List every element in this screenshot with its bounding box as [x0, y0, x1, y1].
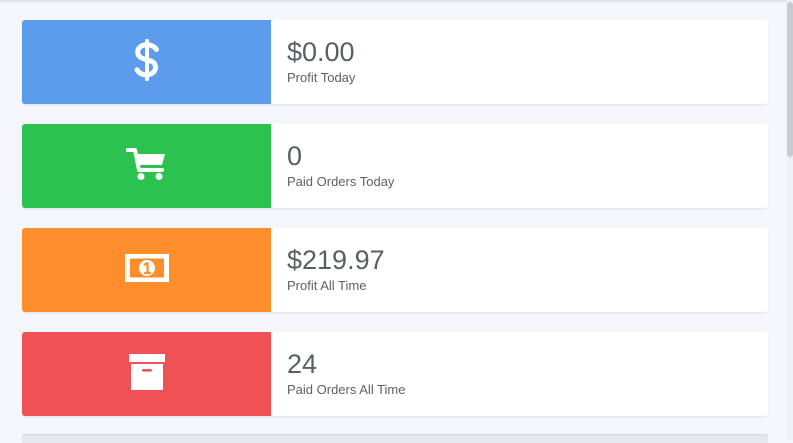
archive-box-icon	[128, 353, 166, 396]
stat-value: 24	[287, 349, 318, 379]
stats-panel: $0.00 Profit Today 0 Paid Orders Today $…	[22, 20, 768, 436]
stat-label: Paid Orders All Time	[287, 382, 406, 397]
stat-label: Profit Today	[287, 70, 356, 85]
stat-value: $0.00	[287, 37, 355, 67]
stat-icon-box	[22, 228, 271, 312]
stat-label: Profit All Time	[287, 278, 367, 293]
stat-icon-box	[22, 124, 271, 208]
stat-body: $0.00 Profit Today	[271, 20, 355, 104]
dollar-icon	[134, 38, 160, 87]
stat-body: 0 Paid Orders Today	[271, 124, 394, 208]
scrollbar-thumb[interactable]	[787, 2, 793, 157]
shopping-cart-icon	[124, 146, 168, 187]
stat-icon-box	[22, 20, 271, 104]
stat-card-paid-orders-today: 0 Paid Orders Today	[22, 124, 768, 208]
stat-value: $219.97	[287, 245, 385, 275]
stat-value: 0	[287, 141, 303, 171]
scrollbar[interactable]	[787, 0, 793, 440]
stat-body: $219.97 Profit All Time	[271, 228, 385, 312]
stat-card-paid-orders-all-time: 24 Paid Orders All Time	[22, 332, 768, 416]
next-panel-edge	[22, 434, 768, 443]
stat-label: Paid Orders Today	[287, 174, 395, 189]
top-border	[0, 0, 793, 2]
money-bill-icon	[124, 253, 170, 288]
stat-body: 24 Paid Orders All Time	[271, 332, 406, 416]
stat-icon-box	[22, 332, 271, 416]
stat-card-profit-all-time: $219.97 Profit All Time	[22, 228, 768, 312]
stat-card-profit-today: $0.00 Profit Today	[22, 20, 768, 104]
